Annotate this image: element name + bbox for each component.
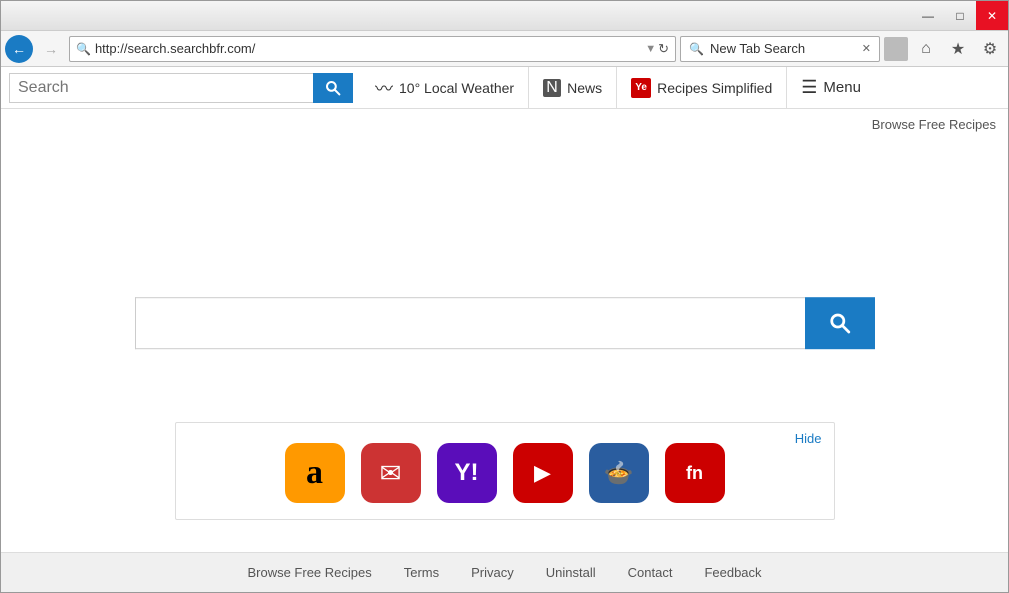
toolbar: 〰 10° Local Weather N News Ye Recipes Si… — [1, 67, 1008, 109]
quick-link-amazon[interactable]: a — [285, 443, 345, 503]
search-icon — [325, 80, 341, 96]
menu-icon: ☰ — [801, 77, 817, 98]
back-button[interactable]: ← — [5, 35, 33, 63]
yahoo-icon: Y! — [455, 459, 479, 487]
window-controls: — □ ✕ — [912, 1, 1008, 30]
center-search — [135, 297, 875, 349]
lock-icon: 🔍 — [76, 42, 91, 56]
navigation-bar: ← → 🔍 ▼ ↻ 🔍 New Tab Search ✕ ⌂ ★ ⚙ — [1, 31, 1008, 67]
footer-browse-free-recipes[interactable]: Browse Free Recipes — [247, 565, 371, 580]
amazon-icon: a — [306, 456, 323, 490]
search-tab-close-icon[interactable]: ✕ — [862, 42, 871, 55]
footer-privacy[interactable]: Privacy — [471, 565, 514, 580]
foodnetwork-icon: fn — [686, 463, 703, 484]
toolbar-recipes[interactable]: Ye Recipes Simplified — [617, 67, 787, 108]
center-search-input[interactable] — [135, 297, 805, 349]
quick-link-foodnetwork[interactable]: fn — [665, 443, 725, 503]
favorites-button[interactable]: ★ — [944, 35, 972, 63]
toolbar-menu[interactable]: ☰ Menu — [787, 67, 875, 108]
footer-contact[interactable]: Contact — [628, 565, 673, 580]
minimize-button[interactable]: — — [912, 1, 944, 30]
new-tab-search[interactable]: 🔍 New Tab Search ✕ — [680, 36, 880, 62]
recipes-label: Recipes Simplified — [657, 80, 772, 96]
footer-uninstall[interactable]: Uninstall — [546, 565, 596, 580]
quick-links-panel: Hide a ✉ Y! ▶ 🍲 fn — [175, 422, 835, 520]
footer-feedback[interactable]: Feedback — [704, 565, 761, 580]
recipes-icon: Ye — [631, 78, 651, 98]
footer: Browse Free Recipes Terms Privacy Uninst… — [1, 552, 1008, 592]
toolbar-search-input[interactable] — [9, 73, 313, 103]
center-search-box — [135, 297, 875, 349]
toolbar-search — [1, 67, 361, 108]
address-input[interactable] — [95, 41, 641, 56]
toolbar-search-button[interactable] — [313, 73, 353, 103]
weather-waves-icon: 〰 — [375, 75, 393, 101]
weather-label: 10° Local Weather — [399, 80, 514, 96]
search-tab-search-icon: 🔍 — [689, 42, 704, 56]
quick-links-icons: a ✉ Y! ▶ 🍲 fn — [192, 443, 818, 503]
footer-terms[interactable]: Terms — [404, 565, 439, 580]
browse-free-recipes-link[interactable]: Browse Free Recipes — [872, 117, 996, 132]
quick-link-recipe[interactable]: 🍲 — [589, 443, 649, 503]
address-bar[interactable]: 🔍 ▼ ↻ — [69, 36, 676, 62]
forward-button[interactable]: → — [37, 35, 65, 63]
news-icon: N — [543, 79, 561, 97]
hide-link[interactable]: Hide — [795, 431, 822, 446]
center-search-icon — [829, 312, 851, 334]
quick-link-mail[interactable]: ✉ — [361, 443, 421, 503]
title-bar: — □ ✕ — [1, 1, 1008, 31]
quick-link-youtube[interactable]: ▶ — [513, 443, 573, 503]
main-content: Browse Free Recipes Hide a — [1, 109, 1008, 552]
nav-right-icons: ⌂ ★ ⚙ — [912, 35, 1004, 63]
settings-button[interactable]: ⚙ — [976, 35, 1004, 63]
maximize-button[interactable]: □ — [944, 1, 976, 30]
center-search-button[interactable] — [805, 297, 875, 349]
menu-label: Menu — [823, 79, 861, 96]
new-tab-button[interactable] — [884, 37, 908, 61]
address-bar-icons: ▼ ↻ — [645, 41, 669, 57]
toolbar-news[interactable]: N News — [529, 67, 617, 108]
quick-link-yahoo[interactable]: Y! — [437, 443, 497, 503]
refresh-icon[interactable]: ↻ — [658, 41, 669, 57]
search-tab-label: New Tab Search — [710, 41, 805, 56]
toolbar-weather[interactable]: 〰 10° Local Weather — [361, 67, 529, 108]
home-button[interactable]: ⌂ — [912, 35, 940, 63]
youtube-icon: ▶ — [534, 460, 551, 486]
recipe-icon: 🍲 — [604, 459, 634, 488]
browser-window: — □ ✕ ← → 🔍 ▼ ↻ 🔍 New Tab Search ✕ ⌂ ★ ⚙ — [0, 0, 1009, 593]
mail-icon: ✉ — [380, 458, 402, 489]
search-dropdown-icon[interactable]: ▼ — [645, 43, 656, 55]
news-label: News — [567, 80, 602, 96]
close-button[interactable]: ✕ — [976, 1, 1008, 30]
